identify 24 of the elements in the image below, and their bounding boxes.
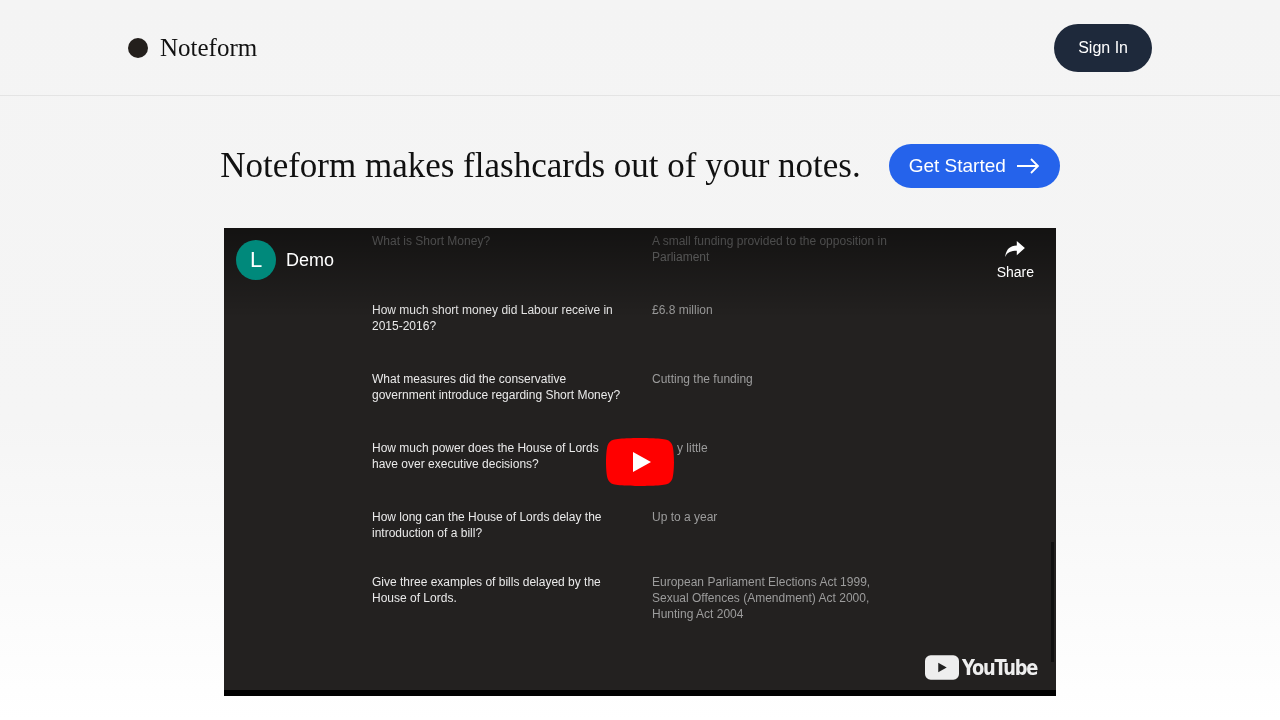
youtube-wordmark[interactable]: YouTube (961, 655, 1037, 680)
flashcard-question: What measures did the conservative government introduce regarding Short Money? (372, 371, 622, 403)
flashcard-question: Give three examples of bills delayed by the House of Lords. (372, 574, 602, 607)
logo-text[interactable]: Noteform (160, 33, 258, 62)
flashcard-answer: Cutting the funding (652, 371, 754, 388)
logo-dot-icon (128, 37, 148, 58)
share-button[interactable]: Share (988, 240, 1042, 280)
flashcard-question: How long can the House of Lords delay the introduction of a bill? (372, 509, 603, 541)
share-arrow-icon (1004, 240, 1027, 258)
flashcard-answer: Up to a year (652, 509, 719, 526)
arrow-right-icon (1015, 158, 1040, 174)
video-player[interactable] (224, 228, 1056, 696)
flashcard-answer: European Parliament Elections Act 1999, Sexual Offences (Amendment) Act 2000, Hunting Act 2004 (652, 574, 872, 622)
channel-avatar[interactable]: L (236, 240, 276, 280)
sign-in-button[interactable]: Sign In (1054, 23, 1152, 72)
flashcard-question: How much power does the House of Lords have over executive decisions? (372, 440, 600, 472)
headline: Noteform makes flashcards out of your notes. (220, 146, 861, 186)
flashcard-answer: £6.8 million (652, 302, 714, 319)
play-button[interactable] (606, 438, 674, 486)
play-logo-icon (924, 655, 959, 680)
flashcard-question: How much short money did Labour receive in 2015-2016? (372, 302, 614, 334)
get-started-button[interactable]: Get Started (888, 144, 1060, 188)
video-title[interactable]: Demo (286, 249, 334, 271)
flashcard-answer: y little (676, 440, 709, 457)
